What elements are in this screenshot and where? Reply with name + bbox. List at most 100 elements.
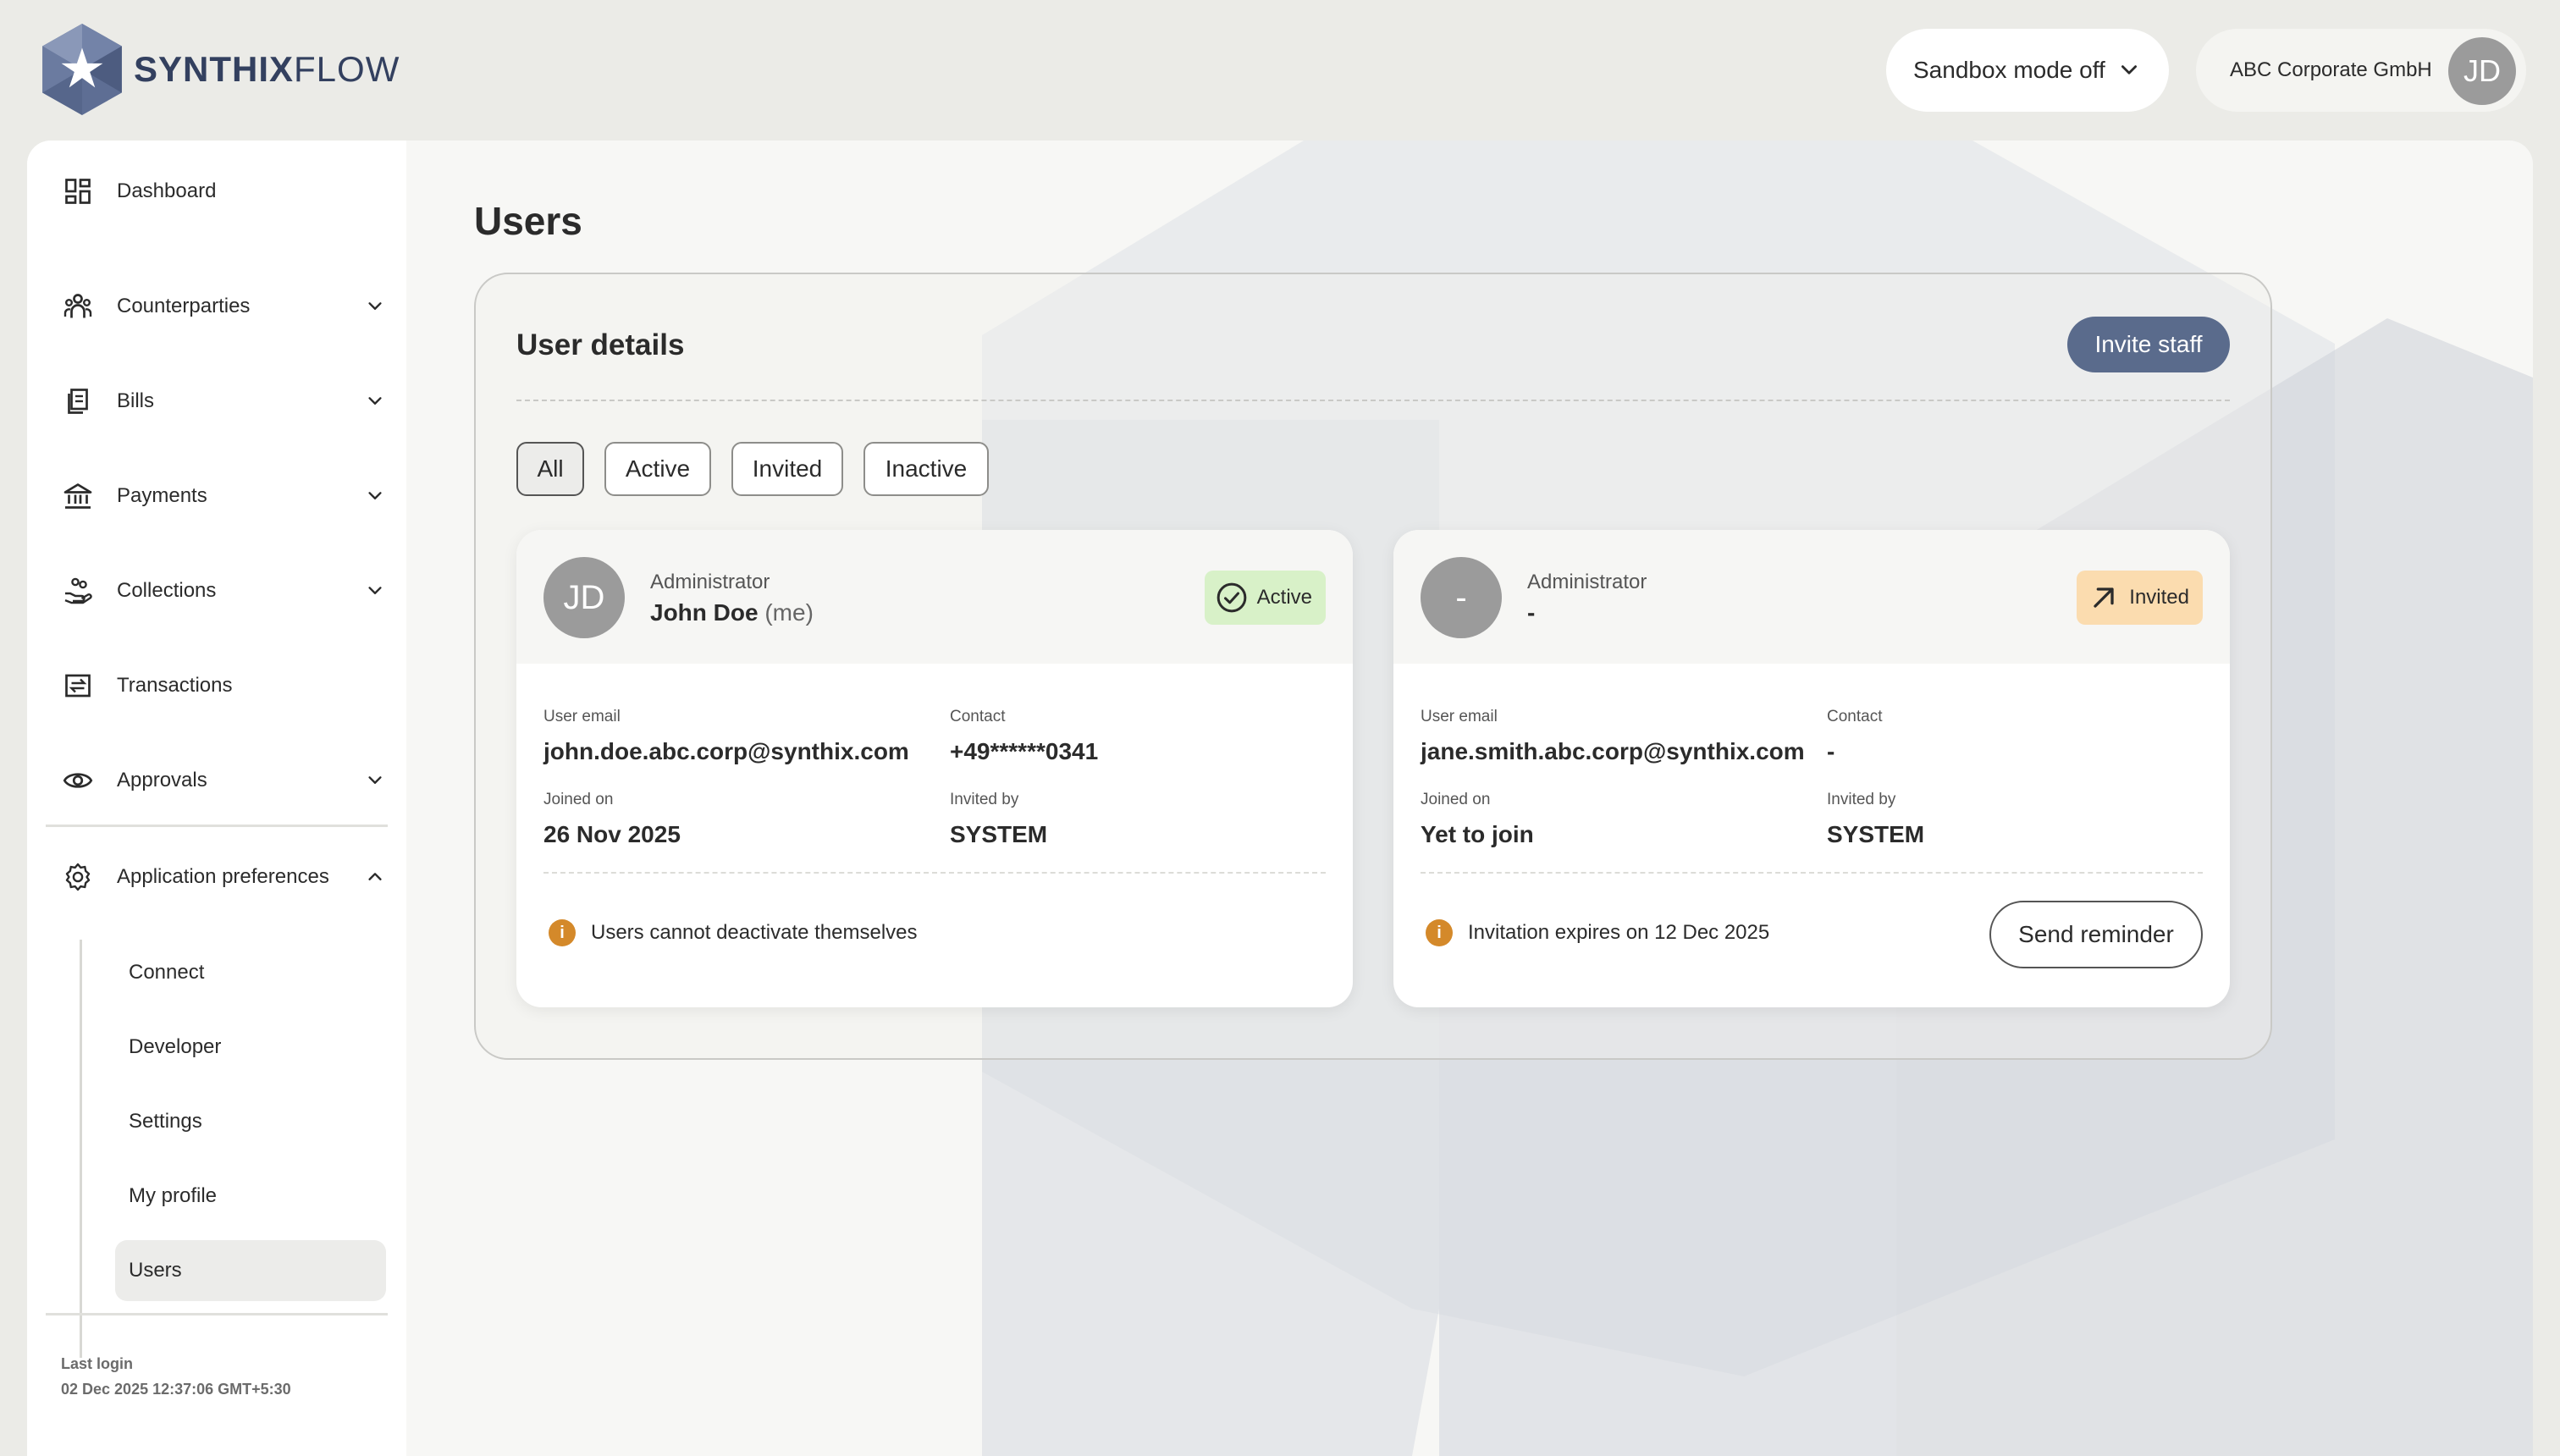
sidebar-item-label: Approvals <box>117 769 207 791</box>
filter-inactive[interactable]: Inactive <box>863 442 989 496</box>
note-text: Invitation expires on 12 Dec 2025 <box>1468 921 1770 944</box>
sidebar-item-label: Dashboard <box>117 179 217 202</box>
submenu-line <box>80 940 82 1358</box>
sidebar-subitem-users[interactable]: Users <box>115 1240 386 1301</box>
user-contact: - <box>1827 738 1835 764</box>
user-avatar: JD <box>543 557 625 638</box>
sidebar-item-application-preferences[interactable]: Application preferences <box>61 847 400 907</box>
check-circle-icon <box>1217 582 1246 613</box>
people-icon <box>61 290 95 323</box>
send-reminder-button[interactable]: Send reminder <box>1989 901 2203 968</box>
user-joined: Yet to join <box>1421 821 1534 847</box>
sidebar-item-label: Bills <box>117 389 155 412</box>
card-note: i Invitation expires on 12 Dec 2025 <box>1426 919 1769 946</box>
sidebar-item-dashboard[interactable]: Dashboard <box>61 162 400 221</box>
chevron-down-icon[interactable] <box>366 487 384 505</box>
collections-icon <box>61 574 95 608</box>
dashboard-icon <box>61 174 95 208</box>
last-login: Last login 02 Dec 2025 12:37:06 GMT+5:30 <box>61 1351 291 1402</box>
sidebar-item-bills[interactable]: Bills <box>61 372 400 431</box>
hexagon-logo-icon <box>42 24 122 115</box>
sidebar-item-counterparties[interactable]: Counterparties <box>61 277 400 336</box>
bills-icon <box>61 384 95 418</box>
brand-name: SYNTHIXFLOW <box>134 49 400 89</box>
user-joined: 26 Nov 2025 <box>543 821 681 847</box>
user-invited-by: SYSTEM <box>1827 821 1925 847</box>
user-role: Administrator <box>650 571 770 593</box>
sidebar-item-transactions[interactable]: Transactions <box>61 656 400 715</box>
panel-title: User details <box>516 328 685 361</box>
filter-invited[interactable]: Invited <box>731 442 843 496</box>
user-invited-by: SYSTEM <box>950 821 1048 847</box>
sidebar-subitem-my-profile[interactable]: My profile <box>115 1166 386 1227</box>
chevron-down-icon[interactable] <box>366 771 384 790</box>
page-title: Users <box>474 199 582 243</box>
user-avatar[interactable]: JD <box>2448 37 2516 105</box>
joined-label: Joined on <box>543 791 614 808</box>
user-name: - <box>1527 599 1536 626</box>
sidebar-item-label: Application preferences <box>117 865 329 888</box>
email-label: User email <box>543 708 621 725</box>
eye-icon <box>61 764 95 797</box>
user-card: - Administrator - Invited User email jan… <box>1393 530 2230 1007</box>
last-login-value: 02 Dec 2025 12:37:06 GMT+5:30 <box>61 1381 291 1398</box>
sandbox-mode-dropdown[interactable]: Sandbox mode off <box>1886 29 2169 112</box>
user-email: jane.smith.abc.corp@synthix.com <box>1421 738 1805 764</box>
chevron-down-icon[interactable] <box>366 582 384 600</box>
note-text: Users cannot deactivate themselves <box>591 921 918 944</box>
contact-label: Contact <box>1827 708 1883 725</box>
status-badge: Active <box>1204 571 1326 625</box>
invite-staff-button[interactable]: Invite staff <box>2067 317 2230 372</box>
user-name: John Doe (me) <box>650 599 814 626</box>
sidebar-item-label: Collections <box>117 579 217 602</box>
organization-name: ABC Corporate GmbH <box>2230 58 2432 81</box>
sidebar-divider <box>46 1313 388 1315</box>
chevron-down-icon[interactable] <box>366 392 384 411</box>
organization-account-menu[interactable]: ABC Corporate GmbH JD <box>2196 29 2526 112</box>
arrow-up-right-icon <box>2094 587 2114 608</box>
sidebar: Dashboard Counterparties Bills Payments <box>27 141 406 1456</box>
status-label: Invited <box>2129 586 2189 609</box>
sidebar-item-payments[interactable]: Payments <box>61 466 400 526</box>
sidebar-item-label: Counterparties <box>117 295 251 317</box>
user-details-panel: User details Invite staff All Active Inv… <box>474 273 2272 1060</box>
user-avatar: - <box>1421 557 1502 638</box>
brand-logo[interactable]: SYNTHIXFLOW <box>39 22 400 117</box>
app-shell: Dashboard Counterparties Bills Payments <box>27 141 2533 1456</box>
email-label: User email <box>1421 708 1498 725</box>
last-login-label: Last login <box>61 1355 133 1372</box>
sidebar-subitem-connect[interactable]: Connect <box>115 942 386 1003</box>
user-contact: +49******0341 <box>950 738 1099 764</box>
contact-label: Contact <box>950 708 1006 725</box>
sidebar-subitem-developer[interactable]: Developer <box>115 1017 386 1078</box>
user-role: Administrator <box>1527 571 1647 593</box>
gear-icon <box>61 860 95 894</box>
invited-by-label: Invited by <box>1827 791 1896 808</box>
user-email: john.doe.abc.corp@synthix.com <box>543 738 909 764</box>
status-label: Active <box>1256 586 1312 609</box>
chevron-down-icon[interactable] <box>366 297 384 316</box>
card-divider <box>543 872 1326 874</box>
user-card: JD Administrator John Doe (me) Active Us… <box>516 530 1353 1007</box>
transactions-icon <box>61 669 95 703</box>
sandbox-mode-label: Sandbox mode off <box>1913 57 2105 83</box>
sidebar-item-label: Transactions <box>117 674 233 697</box>
chevron-down-icon <box>2121 65 2137 74</box>
info-icon: i <box>1426 919 1453 946</box>
sidebar-item-collections[interactable]: Collections <box>61 561 400 620</box>
invited-by-label: Invited by <box>950 791 1019 808</box>
sidebar-item-approvals[interactable]: Approvals <box>61 751 400 810</box>
filter-all[interactable]: All <box>516 442 584 496</box>
panel-divider <box>516 400 2230 401</box>
info-icon: i <box>549 919 576 946</box>
card-note: i Users cannot deactivate themselves <box>549 919 918 946</box>
card-divider <box>1421 872 2203 874</box>
filter-active[interactable]: Active <box>604 442 711 496</box>
chevron-up-icon[interactable] <box>366 868 384 886</box>
status-badge: Invited <box>2077 571 2203 625</box>
sidebar-item-label: Payments <box>117 484 207 507</box>
bank-icon <box>61 479 95 513</box>
sidebar-divider <box>46 825 388 827</box>
joined-label: Joined on <box>1421 791 1491 808</box>
sidebar-subitem-settings[interactable]: Settings <box>115 1091 386 1152</box>
